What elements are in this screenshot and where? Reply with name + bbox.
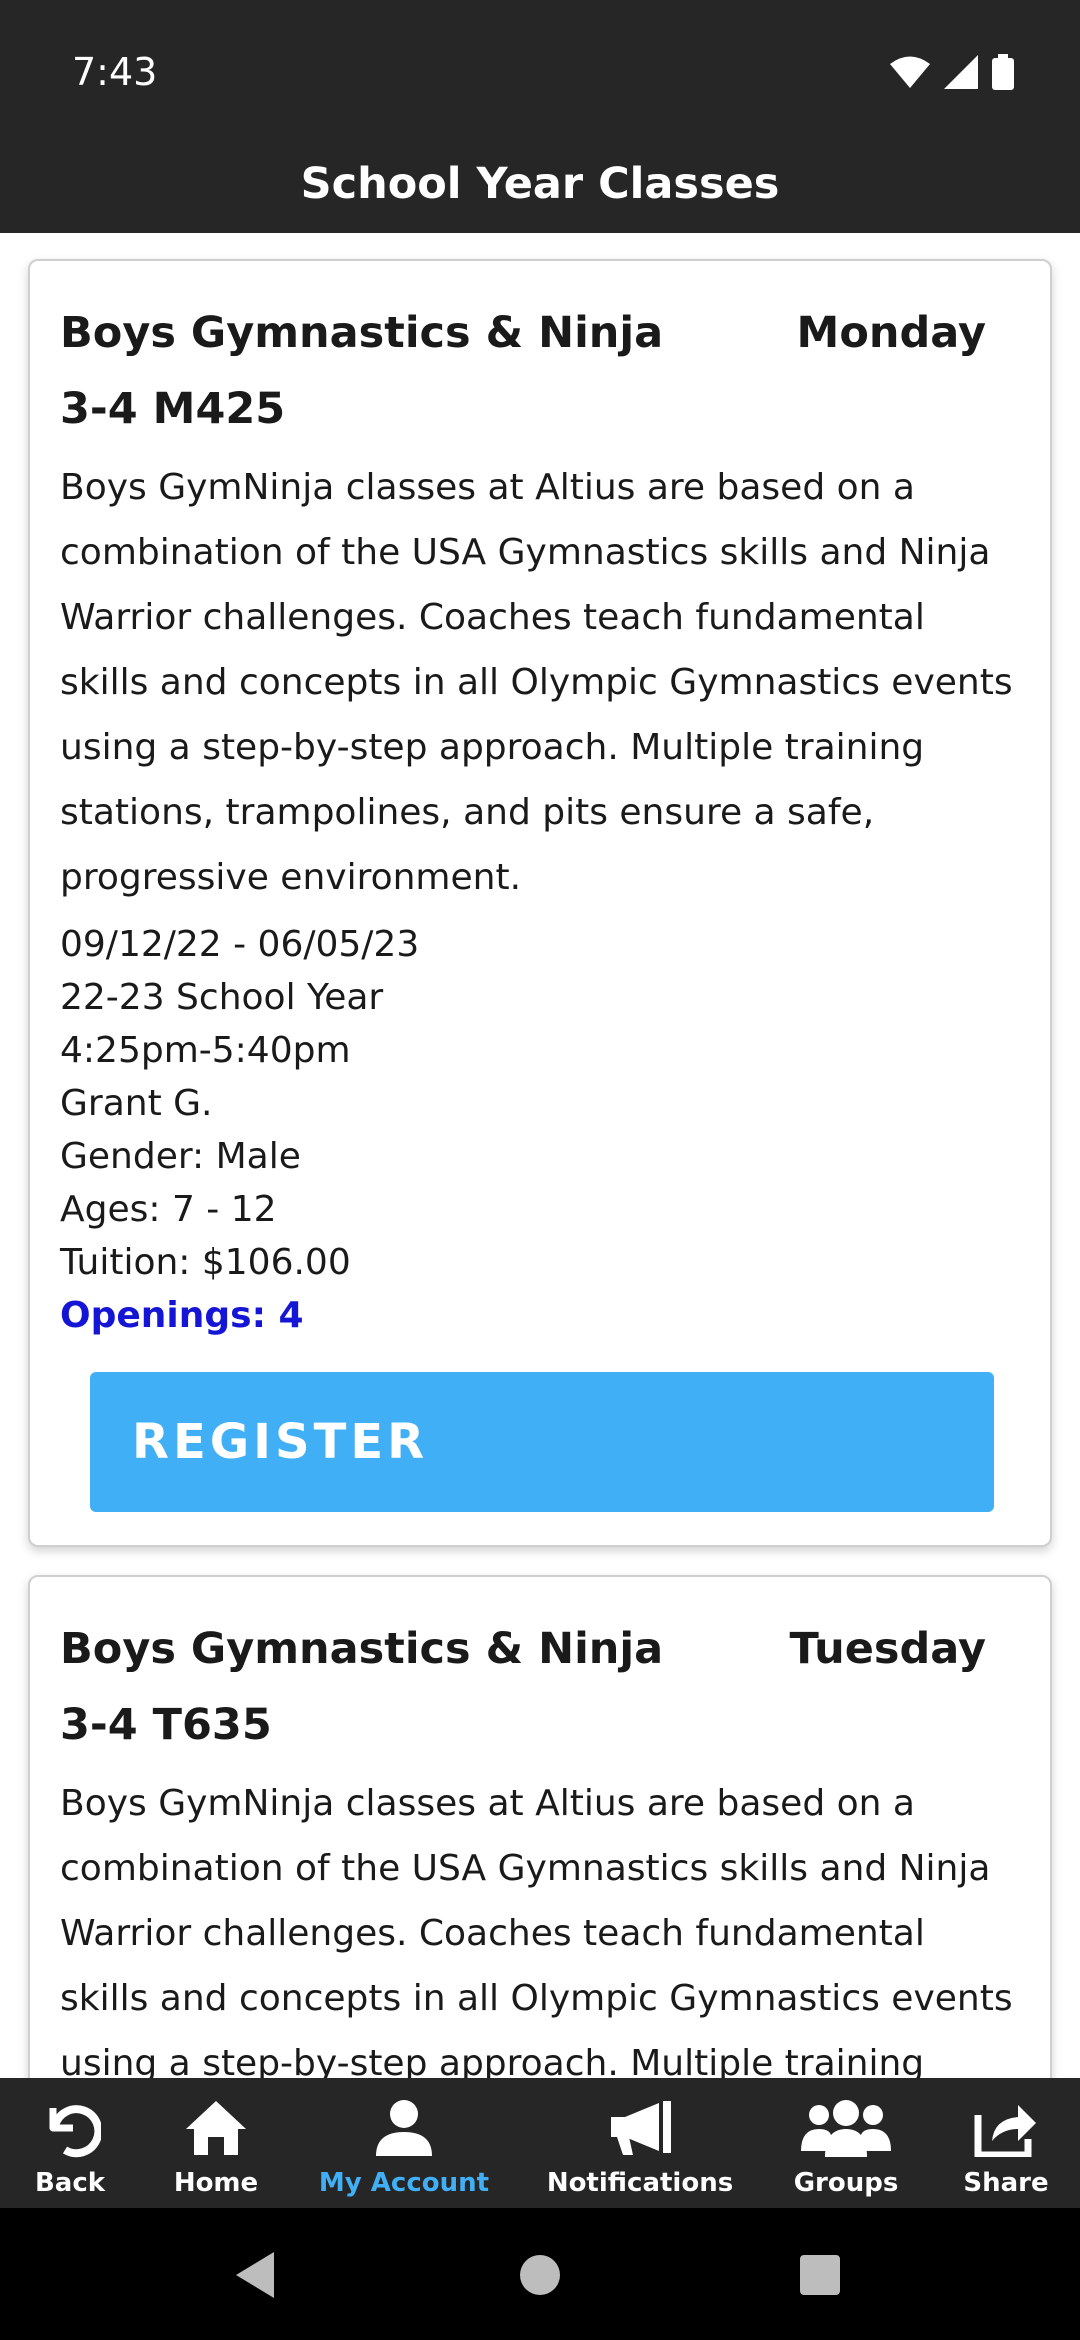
class-details: 09/12/22 - 06/05/23 22-23 School Year 4:… bbox=[60, 918, 1022, 1342]
class-card-header: Boys Gymnastics & Ninja 3-4 M425 Monday bbox=[60, 295, 1022, 447]
class-day: Monday bbox=[796, 308, 986, 358]
status-bar: 7:43 bbox=[0, 0, 1080, 150]
bottom-nav: Back Home My Account Notifications Group… bbox=[0, 2078, 1080, 2208]
page-title: School Year Classes bbox=[300, 159, 780, 209]
status-time: 7:43 bbox=[72, 50, 158, 94]
system-back-icon[interactable] bbox=[236, 2252, 276, 2298]
class-card: Boys Gymnastics & Ninja 3-4 T635 Tuesday… bbox=[28, 1575, 1052, 2078]
class-description: Boys GymNinja classes at Altius are base… bbox=[60, 1783, 1013, 2078]
cellular-signal-icon bbox=[944, 55, 978, 89]
nav-my-account[interactable]: My Account bbox=[318, 2078, 490, 2208]
nav-back[interactable]: Back bbox=[18, 2078, 122, 2208]
class-session: 22-23 School Year bbox=[60, 977, 384, 1018]
account-icon bbox=[374, 2092, 434, 2164]
class-openings: Openings: 4 bbox=[60, 1295, 304, 1336]
groups-icon bbox=[801, 2092, 891, 2164]
nav-label: Share bbox=[963, 2168, 1049, 2198]
class-day: Tuesday bbox=[789, 1624, 986, 1674]
nav-groups[interactable]: Groups bbox=[786, 2078, 906, 2208]
status-icons bbox=[890, 54, 1014, 90]
class-ages: Ages: 7 - 12 bbox=[60, 1189, 277, 1230]
app-header: School Year Classes bbox=[0, 150, 1080, 233]
class-tuition: Tuition: $106.00 bbox=[60, 1242, 351, 1283]
share-icon bbox=[974, 2092, 1038, 2164]
megaphone-icon bbox=[607, 2092, 673, 2164]
nav-share[interactable]: Share bbox=[956, 2078, 1056, 2208]
class-instructor: Grant G. bbox=[60, 1083, 213, 1124]
class-title: Boys Gymnastics & Ninja 3-4 T635 bbox=[60, 1624, 664, 1750]
nav-label: Notifications bbox=[546, 2168, 734, 2198]
system-nav-bar bbox=[0, 2208, 1080, 2340]
nav-home[interactable]: Home bbox=[164, 2078, 268, 2208]
back-icon bbox=[39, 2092, 101, 2164]
home-icon bbox=[184, 2092, 248, 2164]
nav-label: Back bbox=[34, 2168, 106, 2198]
class-gender: Gender: Male bbox=[60, 1136, 301, 1177]
system-recents-icon[interactable] bbox=[800, 2255, 840, 2295]
nav-label: My Account bbox=[318, 2168, 490, 2198]
class-title: Boys Gymnastics & Ninja 3-4 M425 bbox=[60, 308, 664, 434]
class-card: Boys Gymnastics & Ninja 3-4 M425 Monday … bbox=[28, 259, 1052, 1547]
class-time: 4:25pm-5:40pm bbox=[60, 1030, 351, 1071]
class-list[interactable]: Boys Gymnastics & Ninja 3-4 M425 Monday … bbox=[0, 233, 1080, 2078]
class-dates: 09/12/22 - 06/05/23 bbox=[60, 924, 420, 965]
class-card-header: Boys Gymnastics & Ninja 3-4 T635 Tuesday bbox=[60, 1611, 1022, 1763]
register-button[interactable]: REGISTER bbox=[90, 1372, 994, 1512]
battery-icon bbox=[992, 54, 1014, 90]
system-home-icon[interactable] bbox=[519, 2254, 561, 2296]
nav-label: Groups bbox=[793, 2168, 899, 2198]
class-description: Boys GymNinja classes at Altius are base… bbox=[60, 467, 1013, 898]
wifi-icon bbox=[890, 56, 930, 88]
nav-notifications[interactable]: Notifications bbox=[546, 2078, 734, 2208]
nav-label: Home bbox=[173, 2168, 259, 2198]
